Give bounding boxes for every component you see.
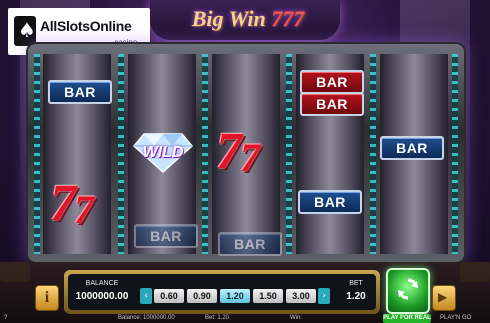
reel-divider (118, 54, 124, 254)
bar-symbol: BAR (134, 224, 198, 248)
game-title: Big Win 777 (168, 6, 328, 32)
bet-increase-button[interactable]: › (318, 288, 330, 304)
logo-name: AllSlotsOnline (40, 18, 132, 34)
balance-label: BALANCE (85, 280, 119, 287)
bar-symbol: BAR (218, 232, 282, 256)
reel-divider (452, 54, 458, 254)
reel-divider (34, 54, 40, 254)
console-side-right (460, 262, 490, 282)
reel-divider (202, 54, 208, 254)
spade-icon: ♠ (14, 16, 36, 46)
bet-option-selected[interactable]: 1.20 (220, 289, 250, 303)
bet-option[interactable]: 0.60 (154, 289, 184, 303)
reel-divider (286, 54, 292, 254)
bet-option[interactable]: 0.90 (187, 289, 217, 303)
bar-symbol: BAR (298, 190, 362, 214)
balance-value: 1000000.00 (75, 291, 129, 302)
help-link[interactable]: ? (4, 315, 7, 321)
game-title-sevens: 777 (271, 6, 305, 31)
wild-symbol: WILD (132, 130, 194, 174)
bet-decrease-button[interactable]: ‹ (140, 288, 152, 304)
status-win: Win: (290, 315, 302, 321)
seven-symbol: 7 (240, 135, 260, 180)
console-side-left (0, 262, 30, 282)
bet-value: 1.20 (346, 291, 366, 302)
bar-symbol-red: BAR (300, 92, 364, 116)
autoplay-button[interactable]: ▶ (432, 285, 456, 311)
bar-symbol: BAR (380, 136, 444, 160)
game-stage: Big Win 777 ♠ AllSlotsOnline .casino BAR… (0, 0, 490, 323)
status-bet: Bet: 1.20 (205, 315, 230, 321)
status-balance: Balance: 1000000.00 (118, 315, 175, 321)
reel-divider (370, 54, 376, 254)
play-for-real-button[interactable]: PLAY FOR REAL (383, 314, 431, 323)
bet-option[interactable]: 3.00 (286, 289, 316, 303)
spin-button[interactable] (386, 268, 430, 314)
spin-arrows-icon (398, 278, 418, 300)
info-button[interactable]: i (35, 285, 59, 311)
bar-symbol: BAR (48, 80, 112, 104)
play-icon: ▶ (438, 290, 448, 304)
seven-symbol: 7 (74, 187, 94, 232)
game-title-text: Big Win (191, 6, 266, 31)
provider-logo: PLAY'N GO (440, 315, 472, 321)
bet-option[interactable]: 1.50 (253, 289, 283, 303)
bar-symbol-red: BAR (300, 70, 364, 94)
bet-label: BET (349, 280, 363, 287)
wild-label: WILD (142, 144, 184, 161)
seven-symbol: 7 (216, 123, 242, 180)
seven-symbol: 7 (50, 175, 76, 232)
